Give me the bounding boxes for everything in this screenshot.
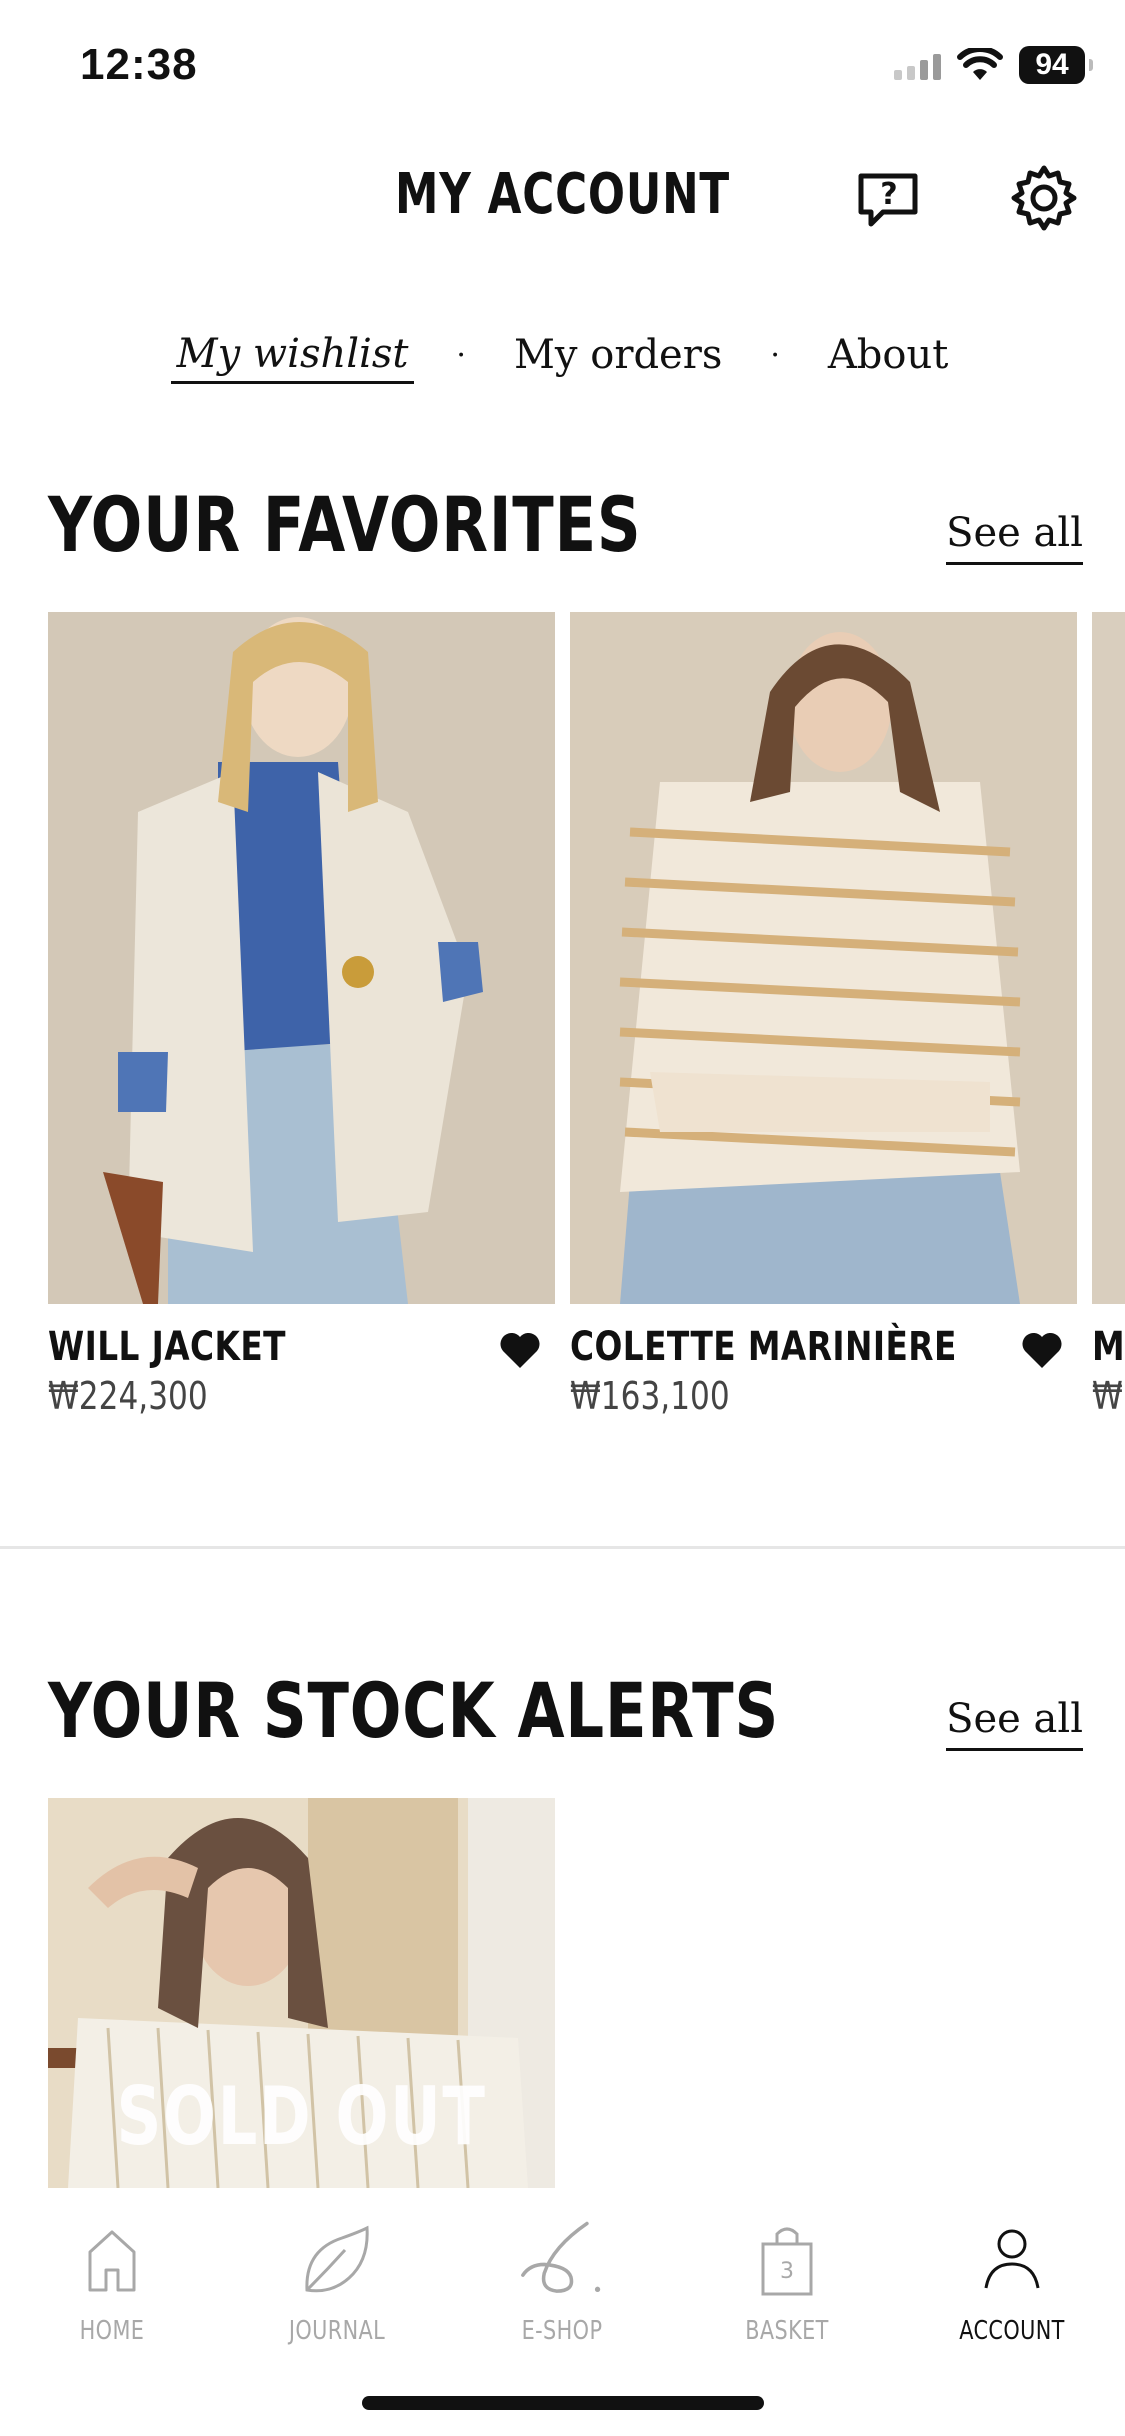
nav-item-home[interactable]: HOME [12,2220,212,2346]
stock-alerts-title: YOUR STOCK ALERTS [48,1666,780,1755]
status-bar: 12:38 94 [0,0,1125,140]
wifi-icon [957,48,1003,80]
nav-item-basket[interactable]: 3 BASKET [687,2220,887,2346]
product-image[interactable] [570,612,1077,1304]
nav-label: E-SHOP [521,2316,603,2346]
nav-item-eshop[interactable]: E-SHOP [462,2220,662,2346]
status-time: 12:38 [80,40,198,89]
help-chat-icon[interactable]: ? [853,162,925,234]
nav-label: ACCOUNT [959,2316,1065,2346]
account-tabs: My wishlist · My orders · About [0,320,1125,390]
settings-gear-icon[interactable] [1008,162,1080,234]
section-divider [0,1546,1125,1549]
signal-icon [894,50,941,80]
stock-alerts-see-all-link[interactable]: See all [946,1696,1083,1751]
product-card[interactable]: WILL JACKET ₩224,300 [48,612,555,1418]
tab-my-orders[interactable]: My orders [508,328,728,382]
favorites-carousel[interactable]: WILL JACKET ₩224,300 COLETTE MARINIÈRE ₩… [48,612,1125,1432]
tab-separator: · [770,337,780,373]
product-card[interactable]: COLETTE MARINIÈRE ₩163,100 [570,612,1077,1418]
svg-text:?: ? [880,177,897,212]
battery-icon: 94 [1019,46,1093,84]
home-icon [88,2230,136,2292]
tab-about[interactable]: About [822,328,954,382]
header: MY ACCOUNT ? [0,150,1125,240]
product-price: ₩224,300 [48,1374,208,1418]
tab-my-wishlist[interactable]: My wishlist [170,327,415,384]
sold-out-badge: SOLD OUT [116,2070,487,2163]
wishlist-heart-icon[interactable] [1020,1330,1064,1370]
brand-s-icon [521,2221,601,2293]
favorites-title: YOUR FAVORITES [48,480,642,569]
stock-alert-card[interactable]: SOLD OUT [48,1798,555,2188]
nav-item-account[interactable]: ACCOUNT [912,2220,1112,2346]
wishlist-heart-icon[interactable] [498,1330,542,1370]
status-icons: 94 [894,46,1093,84]
nav-item-journal[interactable]: JOURNAL [237,2220,437,2346]
leaf-icon [305,2225,369,2293]
product-image[interactable] [1092,612,1125,1304]
favorites-see-all-link[interactable]: See all [946,510,1083,565]
product-name[interactable]: COLETTE MARINIÈRE [570,1324,986,1370]
bag-icon: 3 [761,2227,813,2296]
product-name[interactable]: MA [1092,1324,1125,1370]
nav-label: HOME [79,2316,145,2346]
product-price: ₩163,100 [570,1374,730,1418]
person-icon [984,2229,1040,2289]
tab-separator: · [456,337,466,373]
product-image[interactable] [48,612,555,1304]
product-price: ₩1 [1092,1374,1125,1418]
nav-label: JOURNAL [288,2316,386,2346]
nav-label: BASKET [745,2316,829,2346]
basket-count: 3 [780,2259,794,2284]
product-card[interactable]: MA ₩1 [1092,612,1125,1418]
home-indicator [362,2396,764,2410]
product-name[interactable]: WILL JACKET [48,1324,464,1370]
